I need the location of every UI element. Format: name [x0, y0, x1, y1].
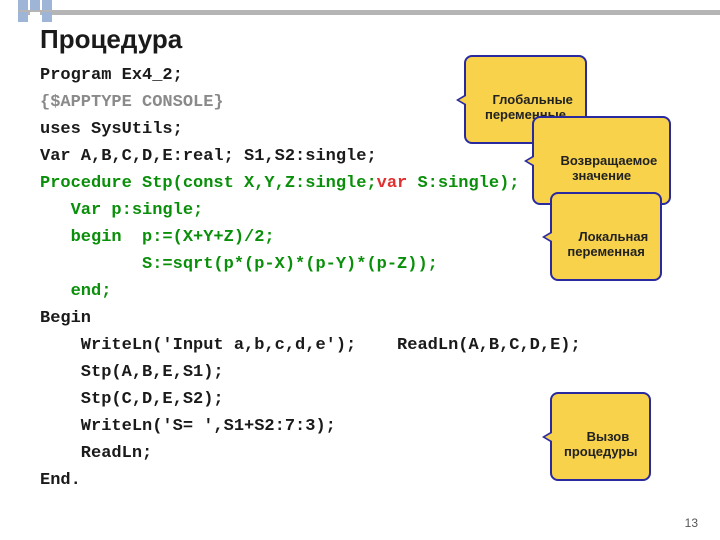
callout-procedure-call: Вызов процедуры	[550, 392, 651, 481]
code-line: End.	[40, 467, 581, 494]
code-line: ReadLn;	[40, 440, 581, 467]
code-line: Stp(A,B,E,S1);	[40, 359, 581, 386]
callout-tail-icon	[456, 94, 466, 106]
code-line: S:=sqrt(p*(p-X)*(p-Y)*(p-Z));	[40, 251, 581, 278]
code-keyword: Procedure Stp(const X,Y,Z:single;	[40, 174, 377, 193]
slide: Процедура Program Ex4_2; {$APPTYPE CONSO…	[0, 0, 720, 540]
decor-bar	[18, 10, 720, 15]
code-line: Procedure Stp(const X,Y,Z:single;var S:s…	[40, 170, 581, 197]
code-text: S:single);	[407, 174, 519, 193]
page-number: 13	[685, 516, 698, 530]
callout-text: Вызов процедуры	[564, 429, 637, 459]
callout-tail-icon	[542, 431, 552, 443]
code-line: begin p:=(X+Y+Z)/2;	[40, 224, 581, 251]
callout-tail-icon	[524, 155, 534, 167]
code-line: Var p:single;	[40, 197, 581, 224]
callout-local-var: Локальная переменная	[550, 192, 662, 281]
callout-tail-icon	[542, 231, 552, 243]
callout-text: Локальная переменная	[567, 229, 648, 259]
code-line: end;	[40, 278, 581, 305]
code-line: Stp(C,D,E,S2);	[40, 386, 581, 413]
code-line: WriteLn('Input a,b,c,d,e'); ReadLn(A,B,C…	[40, 332, 581, 359]
callout-text: Возвращаемое значение	[560, 153, 657, 183]
code-keyword: var	[377, 174, 408, 193]
code-line: WriteLn('S= ',S1+S2:7:3);	[40, 413, 581, 440]
code-line: Var A,B,C,D,E:real; S1,S2:single;	[40, 143, 581, 170]
code-line: Begin	[40, 305, 581, 332]
slide-title: Процедура	[40, 24, 182, 55]
